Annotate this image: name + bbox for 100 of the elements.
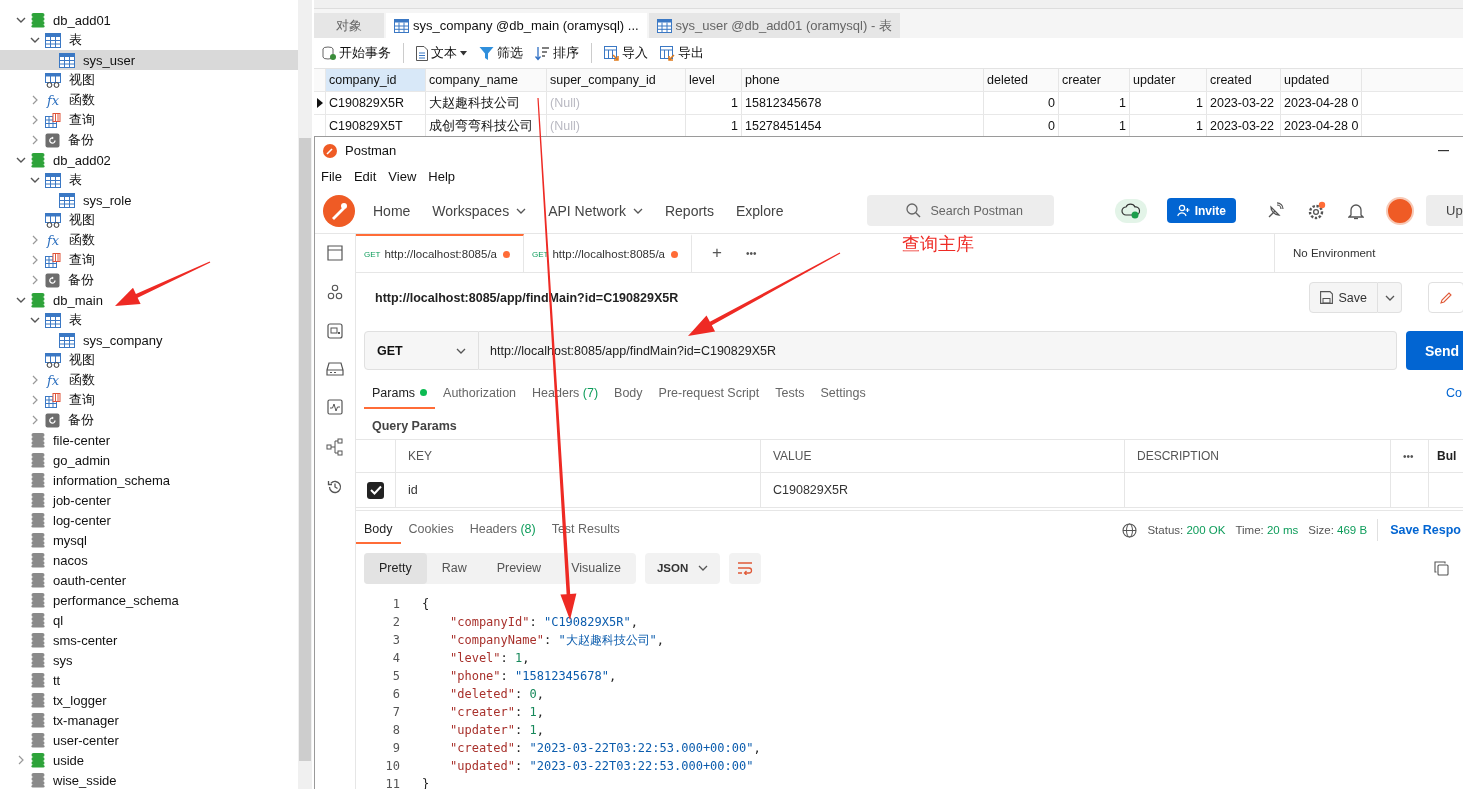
toolbar-button[interactable]: 导出 (656, 42, 708, 64)
tree-item[interactable]: fx 函数 (0, 90, 298, 110)
tab[interactable]: Body (606, 377, 651, 409)
tree-item[interactable]: ql (0, 610, 298, 630)
search-field[interactable]: Search Postman (867, 195, 1055, 226)
tree-item[interactable]: tt (0, 670, 298, 690)
tab[interactable]: sys_user @db_add01 (oramysql) - 表 (648, 13, 900, 38)
tree-item[interactable]: 备份 (0, 270, 298, 290)
tab[interactable]: Cookies (400, 516, 462, 544)
tab[interactable]: Body (356, 516, 401, 544)
tree-item[interactable]: sys_role (0, 190, 298, 210)
tree-item[interactable]: sys_user (0, 50, 298, 70)
toolbar-button[interactable]: 文本 (412, 42, 471, 64)
column-header[interactable]: level (686, 69, 742, 91)
chevron-right-icon[interactable] (30, 415, 40, 425)
tree-item[interactable]: user-center (0, 730, 298, 750)
tab[interactable]: Settings (812, 377, 874, 409)
chevron-right-icon[interactable] (30, 115, 40, 125)
tree-item[interactable]: 备份 (0, 130, 298, 150)
tree-item[interactable]: mysql (0, 530, 298, 550)
tree-item[interactable]: 表 (0, 170, 298, 190)
column-header[interactable]: phone (742, 69, 984, 91)
view-tab[interactable]: Preview (481, 552, 557, 584)
postman-logo-icon[interactable] (323, 194, 355, 227)
tree-item[interactable]: db_main (0, 290, 298, 310)
checkbox[interactable] (367, 481, 384, 499)
tree-item[interactable]: performance_schema (0, 590, 298, 610)
chevron-down-icon[interactable] (16, 295, 26, 305)
column-header[interactable]: updater (1130, 69, 1207, 91)
column-header[interactable]: company_name (426, 69, 547, 91)
nav-link[interactable]: Explore (728, 198, 792, 223)
tree-item[interactable]: wise_sside (0, 770, 298, 789)
tree-item[interactable]: 查询 (0, 390, 298, 410)
view-tab[interactable]: Visualize (556, 552, 636, 584)
api-icon[interactable] (327, 323, 343, 339)
tree-item[interactable]: 表 (0, 30, 298, 50)
wrap-lines-button[interactable] (728, 552, 761, 584)
tree-item[interactable]: tx_logger (0, 690, 298, 710)
more-button[interactable]: ••• (733, 234, 769, 272)
chevron-down-icon[interactable] (16, 155, 26, 165)
chevron-down-icon[interactable] (30, 35, 40, 45)
tree-item[interactable]: sms-center (0, 630, 298, 650)
tree-item[interactable]: log-center (0, 510, 298, 530)
tree-item[interactable]: 备份 (0, 410, 298, 430)
tree-item[interactable]: db_add02 (0, 150, 298, 170)
tab[interactable]: Pre-request Script (650, 377, 768, 409)
monitor-icon[interactable] (327, 399, 343, 415)
toolbar-button[interactable]: 筛选 (475, 42, 527, 64)
tree-item[interactable]: sys (0, 650, 298, 670)
server-icon[interactable] (326, 362, 344, 376)
column-header[interactable]: company_id (326, 69, 426, 91)
chevron-down-icon[interactable] (30, 175, 40, 185)
chevron-right-icon[interactable] (30, 235, 40, 245)
tree-item[interactable]: 视图 (0, 70, 298, 90)
tree-item[interactable]: nacos (0, 550, 298, 570)
menu-item[interactable]: View (388, 168, 417, 184)
chevron-down-icon[interactable] (16, 15, 26, 25)
minimize-icon[interactable] (1438, 149, 1449, 152)
avatar-icon[interactable] (1386, 196, 1414, 225)
column-header[interactable]: super_company_id (547, 69, 686, 91)
invite-button[interactable]: Invite (1166, 198, 1236, 223)
tree-item[interactable]: file-center (0, 430, 298, 450)
menu-item[interactable]: File (321, 168, 342, 184)
tab[interactable]: Tests (767, 377, 813, 409)
tree-item[interactable]: 视图 (0, 350, 298, 370)
request-tab[interactable]: GET http://localhost:8085/a (356, 234, 524, 272)
column-header[interactable]: updated (1281, 69, 1362, 91)
satellite-icon[interactable] (1266, 201, 1284, 220)
cookies-link[interactable]: Co (1440, 385, 1463, 401)
tree-item[interactable]: 表 (0, 310, 298, 330)
save-button[interactable]: Save (1308, 282, 1378, 313)
flow-icon[interactable] (326, 438, 344, 456)
cloud-sync-icon[interactable] (1114, 198, 1147, 223)
menu-item[interactable]: Edit (353, 168, 377, 184)
tree-item[interactable]: fx 函数 (0, 230, 298, 250)
tree-item[interactable]: 查询 (0, 110, 298, 130)
document-icon[interactable] (327, 245, 343, 261)
tree-item[interactable]: uside (0, 750, 298, 770)
tree-item[interactable]: fx 函数 (0, 370, 298, 390)
nav-link[interactable]: Reports (656, 198, 722, 223)
bell-icon[interactable] (1348, 201, 1364, 220)
people-icon[interactable] (327, 284, 343, 300)
tree-item[interactable]: 查询 (0, 250, 298, 270)
tree-item[interactable]: db_add01 (0, 10, 298, 30)
view-tab[interactable]: Raw (426, 552, 482, 584)
tab[interactable]: sys_company @db_main (oramysql) ... (386, 13, 647, 38)
new-tab-button[interactable]: + (700, 234, 734, 272)
tree-item[interactable]: job-center (0, 490, 298, 510)
tab[interactable]: Headers (8) (461, 516, 544, 544)
menu-item[interactable]: Help (428, 168, 456, 184)
send-button[interactable]: Send (1406, 331, 1463, 370)
settings-icon[interactable] (1306, 200, 1326, 221)
tab[interactable]: Authorization (435, 377, 525, 409)
save-response-button[interactable]: Save Respo (1388, 523, 1463, 537)
chevron-right-icon[interactable] (30, 255, 40, 265)
chevron-right-icon[interactable] (30, 275, 40, 285)
chevron-down-icon[interactable] (30, 315, 40, 325)
view-tab[interactable]: Pretty (364, 552, 427, 584)
toolbar-button[interactable]: 排序 (531, 42, 583, 64)
tab[interactable]: Params (364, 377, 436, 409)
